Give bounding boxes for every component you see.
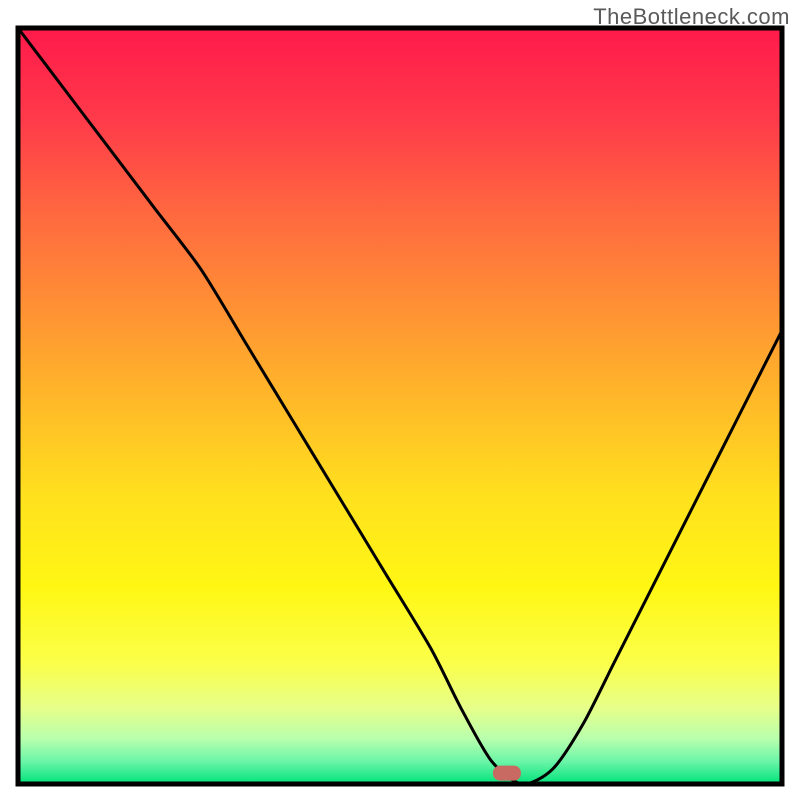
bottleneck-chart [0, 0, 800, 800]
plot-area [18, 28, 782, 784]
gradient-background [18, 28, 782, 784]
chart-stage: TheBottleneck.com [0, 0, 800, 800]
optimum-marker [493, 766, 521, 781]
